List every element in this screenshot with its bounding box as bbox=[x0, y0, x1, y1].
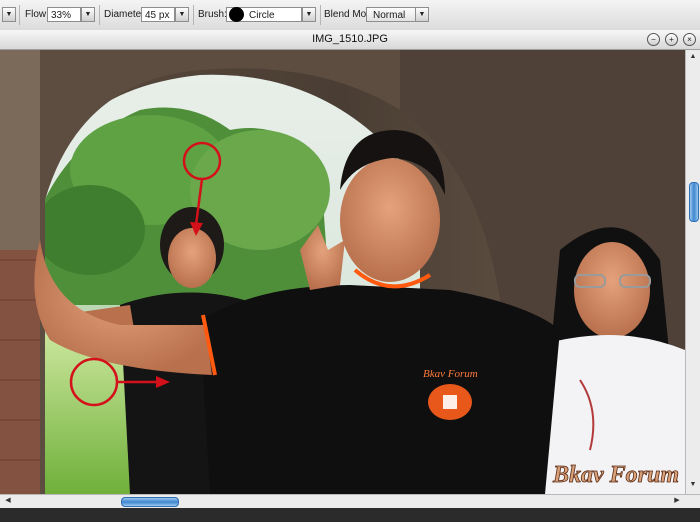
brush-dropdown-button[interactable]: ▼ bbox=[302, 7, 316, 22]
maximize-icon: + bbox=[669, 35, 674, 44]
chevron-down-icon: ▼ bbox=[5, 11, 13, 18]
tool-preset-dropdown[interactable]: ▼ bbox=[2, 7, 16, 22]
scroll-down-icon[interactable]: ▼ bbox=[688, 480, 698, 490]
blend-mode-select[interactable]: Normal bbox=[366, 7, 416, 22]
scroll-right-icon[interactable]: ▶ bbox=[672, 496, 682, 506]
document-window: IMG_1510.JPG − + × Bkav Forum Bkav Forum… bbox=[0, 30, 700, 508]
image-canvas[interactable]: Bkav Forum Bkav Forum bbox=[0, 50, 685, 494]
options-bar: ▼ Flow: 33% ▼ Diameter: 45 px ▼ Brush: C… bbox=[0, 0, 700, 31]
watermark-text: Bkav Forum bbox=[552, 462, 679, 488]
pillar-brick-red bbox=[0, 250, 40, 494]
close-icon: × bbox=[687, 35, 692, 44]
close-button[interactable]: × bbox=[683, 33, 696, 46]
blend-mode-dropdown-button[interactable]: ▼ bbox=[415, 7, 429, 22]
brush-circle-icon bbox=[229, 7, 244, 22]
horizontal-scrollbar[interactable]: ◀ ▶ bbox=[0, 494, 700, 508]
toolbar-divider bbox=[99, 5, 100, 25]
chevron-down-icon: ▼ bbox=[84, 11, 92, 18]
flow-label: Flow: bbox=[25, 9, 49, 20]
diameter-dropdown-button[interactable]: ▼ bbox=[175, 7, 189, 22]
toolbar-divider bbox=[193, 5, 194, 25]
document-title: IMG_1510.JPG bbox=[312, 33, 388, 45]
shirt-logo-text: Bkav Forum bbox=[423, 368, 478, 380]
workspace-background bbox=[0, 508, 700, 522]
toolbar-divider bbox=[320, 5, 321, 25]
chevron-down-icon: ▼ bbox=[418, 11, 426, 18]
scroll-up-icon[interactable]: ▲ bbox=[688, 52, 698, 62]
flow-dropdown-button[interactable]: ▼ bbox=[81, 7, 95, 22]
horizontal-scroll-thumb[interactable] bbox=[121, 497, 179, 507]
maximize-button[interactable]: + bbox=[665, 33, 678, 46]
brush-label: Brush: bbox=[198, 9, 227, 20]
diameter-field[interactable]: 45 px bbox=[141, 7, 175, 22]
scroll-left-icon[interactable]: ◀ bbox=[3, 496, 13, 506]
photo: Bkav Forum Bkav Forum bbox=[0, 50, 685, 494]
chevron-down-icon: ▼ bbox=[178, 11, 186, 18]
chevron-down-icon: ▼ bbox=[305, 11, 313, 18]
vertical-scroll-thumb[interactable] bbox=[689, 182, 699, 222]
minimize-icon: − bbox=[651, 35, 656, 44]
vertical-scrollbar[interactable]: ▲ ▼ bbox=[685, 50, 700, 494]
toolbar-divider bbox=[19, 5, 20, 25]
document-titlebar[interactable]: IMG_1510.JPG − + × bbox=[0, 30, 700, 50]
minimize-button[interactable]: − bbox=[647, 33, 660, 46]
flow-field[interactable]: 33% bbox=[47, 7, 81, 22]
